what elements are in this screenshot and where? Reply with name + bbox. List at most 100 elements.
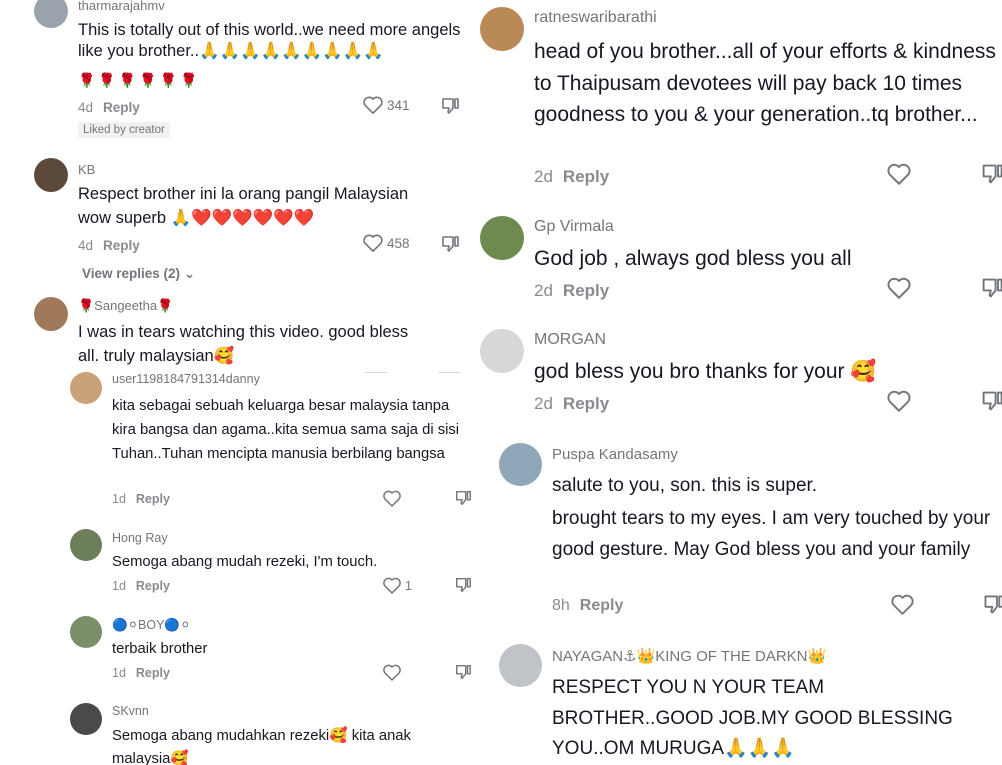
liked-by-creator-badge: Liked by creator — [78, 122, 170, 138]
avatar[interactable] — [34, 297, 68, 331]
reply-button[interactable]: Reply — [136, 579, 170, 593]
comment-username[interactable]: 🌹Sangeetha🌹 — [78, 298, 173, 314]
comment-panel-top-right: ratneswaribarathi head of you brother...… — [476, 0, 1002, 430]
avatar[interactable] — [480, 329, 524, 373]
comment-text: god bless you bro thanks for your 🥰 — [534, 360, 877, 383]
heart-icon — [363, 234, 383, 252]
comment-username[interactable]: KB — [78, 162, 95, 177]
thumbs-down-icon — [984, 595, 1002, 614]
view-replies-label: View replies (2) — [82, 266, 181, 281]
like-button[interactable] — [890, 593, 915, 616]
dislike-button[interactable] — [454, 576, 472, 594]
comment-panel-bottom-right: Puspa Kandasamy salute to you, son. this… — [492, 432, 1002, 765]
comment-text: RESPECT YOU N YOUR TEAM BROTHER..GOOD JO… — [552, 677, 953, 759]
heart-icon — [383, 490, 401, 507]
comment-text: malaysia🥰 — [112, 751, 189, 765]
comment-emoji: 🌹🌹🌹🌹🌹🌹 — [78, 72, 201, 88]
heart-icon — [887, 163, 911, 185]
comment-username[interactable]: ratneswaribarathi — [534, 9, 657, 27]
comment-text: head of you brother...all of your effort… — [534, 40, 996, 126]
like-count: 341 — [387, 97, 410, 113]
comment-text: terbaik brother — [112, 641, 208, 657]
comment-text: God job , always god bless you all — [534, 247, 852, 270]
divider — [365, 372, 387, 373]
reply-button[interactable]: Reply — [563, 167, 609, 186]
heart-icon — [887, 390, 911, 412]
reply-button[interactable]: Reply — [103, 100, 140, 115]
comment-username[interactable]: SKvnn — [112, 704, 149, 718]
dislike-button[interactable] — [440, 234, 460, 254]
heart-icon — [383, 664, 401, 681]
dislike-button[interactable] — [980, 389, 1002, 413]
avatar[interactable] — [499, 443, 542, 486]
reply-button[interactable]: Reply — [580, 597, 624, 614]
like-button[interactable] — [886, 162, 912, 186]
reply-button[interactable]: Reply — [136, 666, 170, 680]
avatar[interactable] — [499, 644, 542, 687]
comment-time: 4d — [78, 100, 94, 115]
thumbs-down-icon — [455, 664, 471, 680]
like-button[interactable]: 1 — [382, 576, 412, 595]
avatar[interactable] — [70, 529, 102, 561]
avatar[interactable] — [34, 158, 68, 192]
thumbs-down-icon — [442, 98, 459, 114]
comment-panel-bottom-left: user1198184791314danny kita sebagai sebu… — [60, 372, 476, 765]
comment-meta: 1d Reply — [112, 492, 170, 506]
thumbs-down-icon — [455, 577, 471, 593]
like-button[interactable] — [382, 489, 402, 508]
dislike-button[interactable] — [980, 276, 1002, 300]
comment-username[interactable]: NAYAGAN⚓👑KING OF THE DARKN👑 — [552, 647, 826, 665]
dislike-button[interactable] — [454, 489, 472, 507]
comment-username[interactable]: tharmarajahmv — [78, 0, 165, 13]
dislike-button[interactable] — [440, 96, 460, 116]
comment-time: 8h — [552, 597, 570, 614]
heart-icon — [363, 96, 383, 114]
heart-icon — [383, 577, 401, 594]
comment-username[interactable]: 🔵⚪BOY🔵⚪ — [112, 617, 190, 633]
comment-meta: 2d Reply — [534, 394, 609, 414]
dislike-button[interactable] — [982, 593, 1002, 616]
like-button[interactable]: 341 — [362, 95, 410, 115]
reply-button[interactable]: Reply — [103, 238, 140, 253]
comment-time: 2d — [534, 167, 553, 186]
comment-username[interactable]: Puspa Kandasamy — [552, 446, 678, 463]
dislike-button[interactable] — [454, 663, 472, 681]
reply-button[interactable]: Reply — [563, 394, 609, 413]
divider — [438, 372, 460, 373]
like-button[interactable] — [382, 663, 402, 682]
reply-button[interactable]: Reply — [563, 281, 609, 300]
heart-icon — [887, 277, 911, 299]
dislike-button[interactable] — [980, 162, 1002, 186]
comment-username[interactable]: Gp Virmala — [534, 218, 614, 236]
comment-meta: 8h Reply — [552, 597, 623, 615]
avatar[interactable] — [480, 216, 524, 260]
comment-text: kita sebagai sebuah keluarga besar malay… — [112, 398, 460, 462]
comment-text: salute to you, son. this is super. — [552, 475, 818, 496]
like-button[interactable] — [886, 389, 912, 413]
thumbs-down-icon — [982, 278, 1002, 298]
avatar[interactable] — [70, 703, 102, 735]
thumbs-down-icon — [442, 236, 459, 252]
like-count: 1 — [405, 578, 412, 593]
avatar[interactable] — [34, 0, 68, 28]
comment-time: 1d — [112, 579, 126, 593]
comment-meta: 2d Reply — [534, 167, 609, 187]
avatar[interactable] — [480, 7, 524, 51]
comment-username[interactable]: Hong Ray — [112, 531, 168, 545]
thumbs-down-icon — [982, 391, 1002, 411]
comment-username[interactable]: user1198184791314danny — [112, 372, 260, 386]
thumbs-down-icon — [982, 164, 1002, 184]
comment-text: Respect brother ini la orang pangil Mala… — [78, 185, 409, 203]
comment-username[interactable]: MORGAN — [534, 331, 606, 349]
comment-time: 1d — [112, 666, 126, 680]
comment-text: I was in tears watching this video. good… — [78, 323, 409, 341]
reply-button[interactable]: Reply — [136, 492, 170, 506]
like-count: 458 — [387, 235, 410, 251]
view-replies-button[interactable]: View replies (2) ⌄ — [82, 266, 195, 282]
like-button[interactable]: 458 — [362, 233, 410, 253]
chevron-down-icon: ⌄ — [183, 266, 196, 281]
avatar[interactable] — [70, 372, 102, 404]
avatar[interactable] — [70, 616, 102, 648]
comment-time: 2d — [534, 281, 553, 300]
like-button[interactable] — [886, 276, 912, 300]
